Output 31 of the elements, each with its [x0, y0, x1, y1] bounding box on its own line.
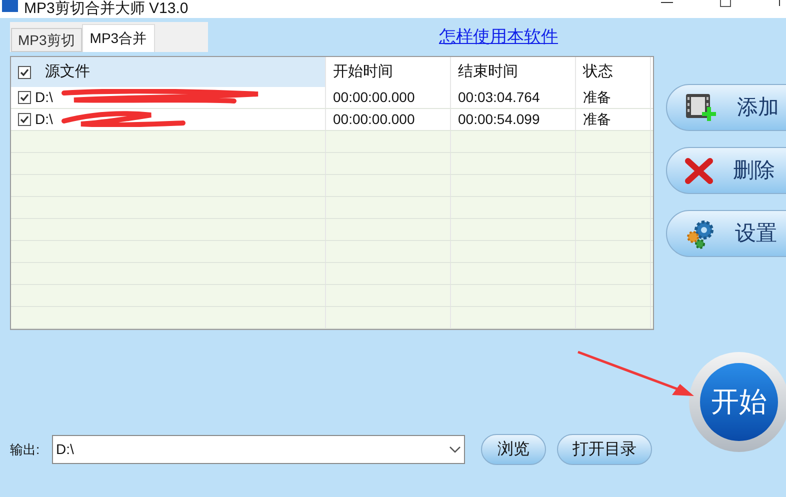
- app-icon: [2, 0, 18, 12]
- footer-button[interactable]: 打开目录: [557, 434, 652, 465]
- film-plus-icon: [685, 92, 717, 122]
- output-label: 输出:: [10, 440, 41, 459]
- table-cell-text: 00:00:00.000: [333, 88, 415, 107]
- side-button[interactable]: 添加: [666, 84, 786, 131]
- table-cell-text: 00:00:00.000: [333, 110, 415, 129]
- column-header[interactable]: 结束时间: [458, 60, 518, 84]
- help-link[interactable]: 怎样使用本软件: [439, 24, 558, 50]
- footer-button[interactable]: 浏览: [481, 434, 546, 465]
- window-title: MP3剪切合并大师 V13.0: [24, 0, 188, 17]
- column-header[interactable]: 源文件: [45, 60, 90, 84]
- table-cell-text: 准备: [583, 88, 611, 107]
- table-cell-text: 00:03:04.764: [458, 88, 540, 107]
- row-checkbox[interactable]: [18, 113, 31, 126]
- table-cell-text: D:\: [35, 88, 53, 107]
- tab[interactable]: MP3剪切: [11, 28, 82, 52]
- start-button[interactable]: 开始: [700, 363, 778, 441]
- chevron-down-icon: [449, 446, 461, 454]
- column-header[interactable]: 状态: [583, 60, 613, 84]
- table-cell-text: D:\: [35, 110, 53, 129]
- table-cell-text: 00:00:54.099: [458, 110, 540, 129]
- side-button[interactable]: 删除: [666, 147, 786, 194]
- tab[interactable]: MP3合并: [82, 24, 155, 52]
- select-all-checkbox[interactable]: [18, 66, 31, 78]
- column-header[interactable]: 开始时间: [333, 60, 393, 84]
- row-checkbox[interactable]: [18, 91, 31, 104]
- side-button[interactable]: 设置: [666, 210, 786, 257]
- table-cell-text: 准备: [583, 110, 611, 129]
- output-combobox[interactable]: D:\: [52, 435, 465, 464]
- gears-icon: [685, 218, 715, 248]
